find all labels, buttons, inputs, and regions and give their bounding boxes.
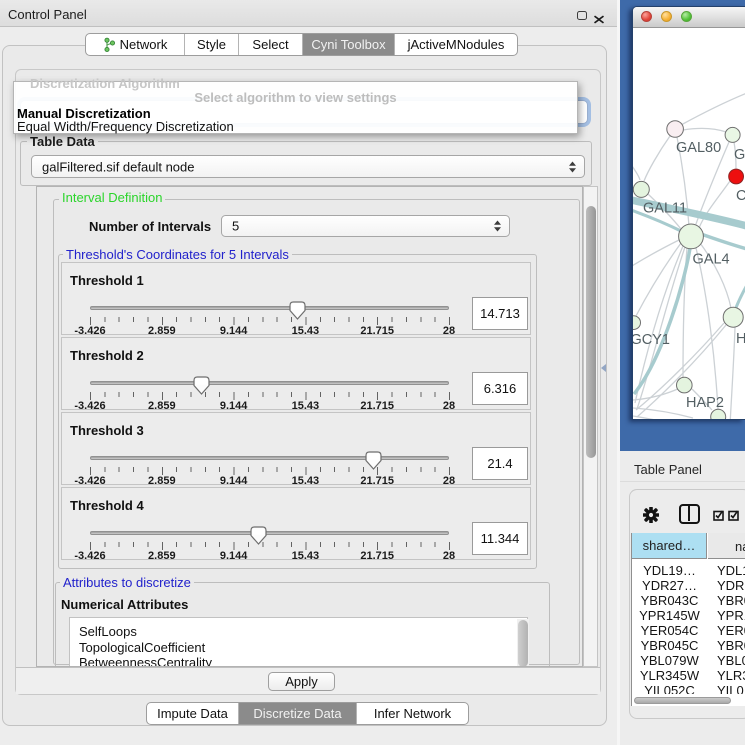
svg-text:GAL11: GAL11: [643, 201, 687, 217]
svg-text:HI…: HI…: [736, 331, 745, 347]
svg-text:GAL4: GAL4: [693, 252, 730, 268]
svg-text:CY…: CY…: [736, 188, 745, 204]
svg-text:HAP2: HAP2: [686, 395, 724, 411]
svg-text:GAL…: GAL…: [734, 147, 745, 163]
svg-text:GAL80: GAL80: [676, 140, 721, 156]
svg-text:GCY1: GCY1: [633, 332, 670, 348]
